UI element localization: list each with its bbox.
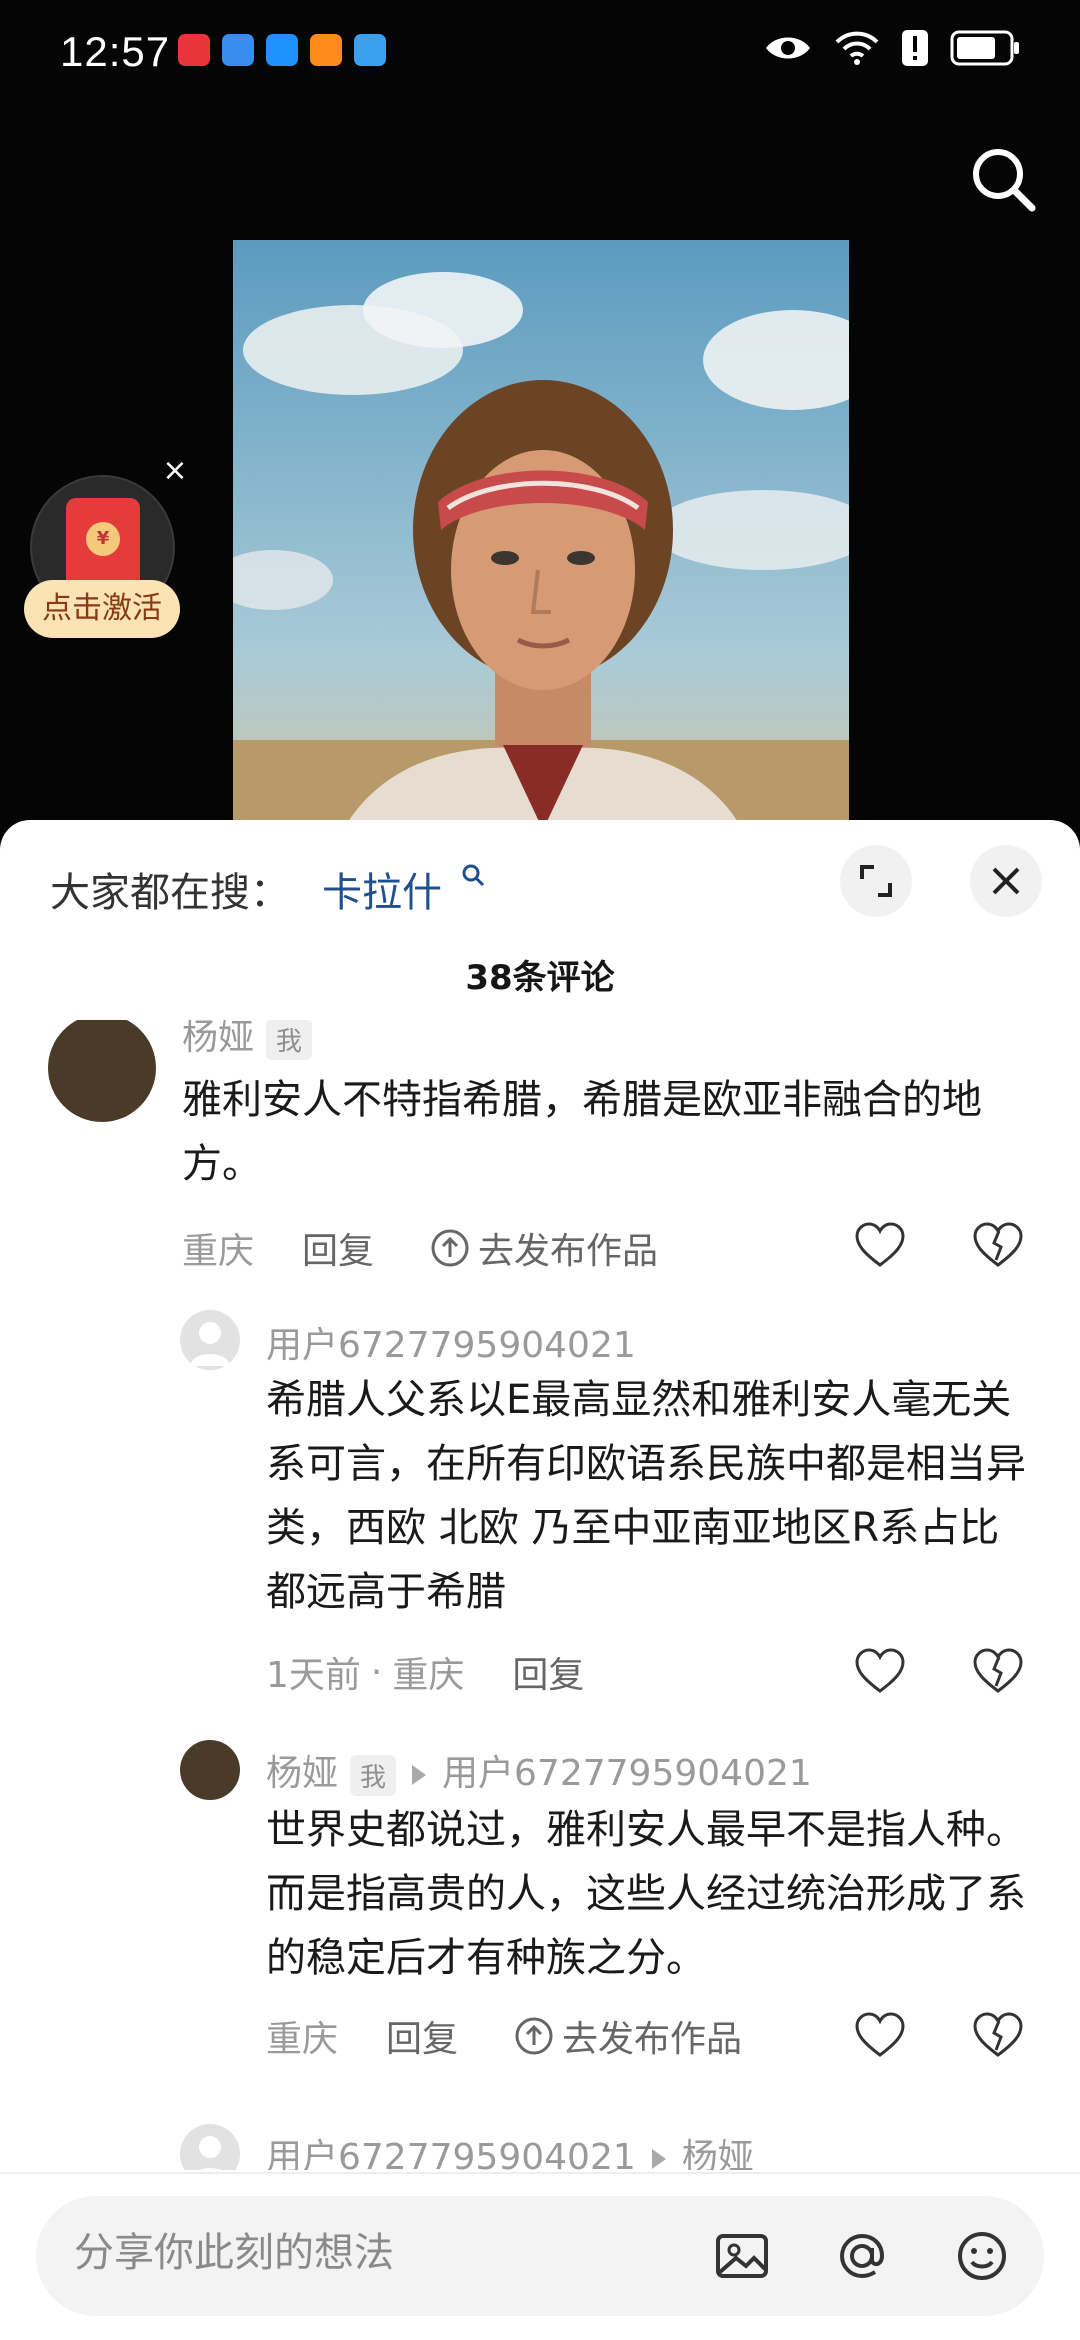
dislike-icon[interactable] xyxy=(970,1218,1026,1274)
close-icon xyxy=(992,867,1020,895)
eye-icon xyxy=(766,37,810,59)
reply-to-name: 杨娅 xyxy=(681,2137,754,2170)
author-name: 杨娅 xyxy=(266,1753,339,1794)
comment-location: 重庆 xyxy=(266,2019,339,2060)
avatar[interactable] xyxy=(48,1020,156,1122)
close-icon[interactable]: × xyxy=(160,456,190,486)
at-icon[interactable] xyxy=(832,2226,892,2286)
publish-button[interactable]: 去发布作品 xyxy=(430,1222,658,1274)
reply-to-name: 用户6727795904021 xyxy=(442,1753,812,1794)
reply-button[interactable]: 回复 xyxy=(386,2010,458,2062)
video-frame[interactable] xyxy=(233,240,849,830)
search-app-icon xyxy=(266,34,298,66)
status-time: 12:57 xyxy=(60,28,171,75)
wifi-icon xyxy=(835,31,879,65)
publish-button[interactable]: 去发布作品 xyxy=(514,2010,742,2062)
coin-icon: ¥ xyxy=(86,522,120,556)
comment-input[interactable] xyxy=(74,2230,694,2276)
search-small-icon xyxy=(462,864,485,887)
browser-app-icon xyxy=(222,34,254,66)
default-avatar-icon xyxy=(190,1322,230,1366)
notification-app-icons xyxy=(178,34,386,66)
comment-author[interactable]: 用户6727795904021 xyxy=(266,1316,636,1368)
sheet-header: 大家都在搜： 卡拉什 xyxy=(0,820,1080,940)
like-icon[interactable] xyxy=(852,1644,908,1700)
comment-text: 雅利安人不特指希腊，希腊是欧亚非融合的地方。 xyxy=(182,1077,982,1187)
reply-arrow-icon xyxy=(651,2149,666,2169)
comment-location: 重庆 xyxy=(392,1655,465,1696)
battery-icon xyxy=(950,30,1019,66)
huawei-app-icon xyxy=(178,34,210,66)
like-icon[interactable] xyxy=(852,2008,908,2064)
comment-composer xyxy=(36,2196,1044,2316)
meta-separator: · xyxy=(370,1651,383,1693)
like-icon[interactable] xyxy=(852,1218,908,1274)
app-screen: 12:57 ¥ 点击激活 × 大家都在搜： 卡拉什 38条评论 杨娅 我 雅利安… xyxy=(0,0,1080,2340)
avatar[interactable] xyxy=(180,1310,240,1370)
close-sheet-button[interactable] xyxy=(970,845,1042,917)
search-icon[interactable] xyxy=(964,140,1044,220)
publish-label: 去发布作品 xyxy=(562,2019,743,2060)
comment-text: 世界史都说过，雅利安人最早不是指人种。而是指高贵的人，这些人经过统治形成了系的稳… xyxy=(266,1807,1026,1981)
video-app-icon xyxy=(310,34,342,66)
reply-button[interactable]: 回复 xyxy=(512,1646,584,1698)
expand-icon xyxy=(860,865,892,897)
me-tag: 我 xyxy=(266,1020,313,1060)
status-indicators xyxy=(764,30,1020,66)
comment-author[interactable]: 用户6727795904021 杨娅 xyxy=(266,2128,754,2170)
upload-icon xyxy=(431,1229,469,1267)
hot-search-label: 大家都在搜： xyxy=(50,870,290,916)
author-name: 用户6727795904021 xyxy=(266,2137,636,2170)
portrait-image xyxy=(233,240,849,830)
comment-author[interactable]: 杨娅我 xyxy=(182,1020,313,1060)
reply-arrow-icon xyxy=(412,1765,427,1785)
weather-app-icon xyxy=(354,34,386,66)
comment-sheet: 大家都在搜： 卡拉什 38条评论 杨娅我 雅利安人不特指希腊，希腊是欧亚非融合的… xyxy=(0,820,1080,2340)
upload-icon xyxy=(515,2017,553,2055)
composer-divider xyxy=(0,2172,1080,2174)
comment-count: 38条评论 xyxy=(465,958,615,998)
avatar[interactable] xyxy=(180,2124,240,2170)
reply-button[interactable]: 回复 xyxy=(302,1222,374,1274)
activate-button[interactable]: 点击激活 xyxy=(24,580,180,638)
me-tag: 我 xyxy=(350,1754,397,1796)
expand-button[interactable] xyxy=(840,845,912,917)
comment-meta: 1天前 · 重庆 回复 xyxy=(266,1646,584,1698)
comment-author[interactable]: 杨娅我 用户6727795904021 xyxy=(266,1744,812,1796)
comment-location: 重庆 xyxy=(182,1231,255,1272)
comment-meta: 重庆 回复 去发布作品 xyxy=(182,1222,658,1274)
comment-meta: 重庆 回复 去发布作品 xyxy=(266,2010,742,2062)
comment-time: 1天前 xyxy=(266,1655,361,1696)
comment-list: 杨娅我 雅利安人不特指希腊，希腊是欧亚非融合的地方。 重庆 回复 去发布作品 用… xyxy=(0,1020,1080,2170)
hot-search-link[interactable]: 卡拉什 xyxy=(322,860,442,918)
publish-label: 去发布作品 xyxy=(478,1231,659,1272)
avatar[interactable] xyxy=(180,1740,240,1800)
default-avatar-icon xyxy=(199,2136,221,2170)
emoji-icon[interactable] xyxy=(952,2226,1012,2286)
author-name: 杨娅 xyxy=(182,1020,255,1058)
alert-icon xyxy=(902,30,928,66)
image-icon[interactable] xyxy=(712,2226,772,2286)
comment-text: 希腊人父系以E最高显然和雅利安人毫无关系可言，在所有印欧语系民族中都是相当异类，… xyxy=(266,1377,1026,1615)
dislike-icon[interactable] xyxy=(970,1644,1026,1700)
dislike-icon[interactable] xyxy=(970,2008,1026,2064)
status-bar: 12:57 xyxy=(0,0,1080,110)
